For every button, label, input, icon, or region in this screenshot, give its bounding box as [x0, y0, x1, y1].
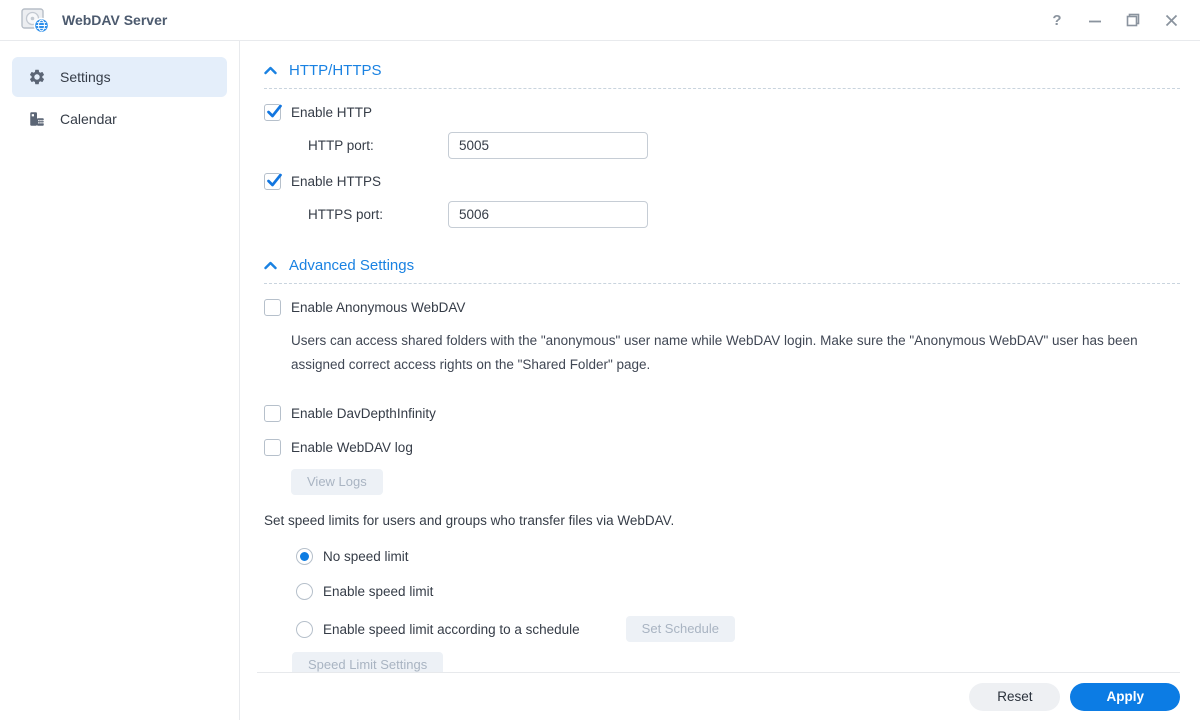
reset-button[interactable]: Reset: [969, 683, 1060, 711]
minimize-button[interactable]: [1086, 11, 1104, 29]
app-body: Settings Calendar: [0, 41, 1200, 720]
http-port-label: HTTP port:: [308, 138, 448, 153]
section-header-http-https[interactable]: HTTP/HTTPS: [264, 59, 1180, 81]
enable-http-label: Enable HTTP: [291, 105, 372, 120]
webdav-app-icon: [20, 6, 50, 34]
speed-limit-intro: Set speed limits for users and groups wh…: [264, 513, 1180, 528]
sidebar-item-label: Calendar: [60, 111, 117, 127]
checkmark-icon: [265, 102, 284, 121]
enable-webdav-log-row: Enable WebDAV log: [264, 437, 1180, 457]
window-title: WebDAV Server: [62, 12, 167, 28]
section-header-advanced-settings[interactable]: Advanced Settings: [264, 254, 1180, 276]
enable-https-label: Enable HTTPS: [291, 174, 381, 189]
section-title: Advanced Settings: [289, 257, 414, 274]
footer-bar: Reset Apply: [257, 672, 1180, 720]
enable-speed-limit-label: Enable speed limit: [323, 584, 433, 599]
close-button[interactable]: [1162, 11, 1180, 29]
enable-http-checkbox[interactable]: [264, 104, 281, 121]
enable-https-checkbox[interactable]: [264, 173, 281, 190]
enable-speed-limit-row: Enable speed limit: [296, 581, 1180, 601]
sidebar-item-calendar[interactable]: Calendar: [12, 99, 227, 139]
chevron-up-icon: [264, 257, 277, 274]
calendar-icon: [28, 110, 46, 128]
section-divider: [264, 283, 1180, 284]
https-port-row: HTTPS port:: [308, 201, 1180, 228]
enable-webdav-log-label: Enable WebDAV log: [291, 440, 413, 455]
set-schedule-button[interactable]: Set Schedule: [626, 616, 735, 642]
apply-button[interactable]: Apply: [1070, 683, 1180, 711]
restore-icon: [1126, 13, 1140, 27]
title-bar: WebDAV Server ?: [0, 0, 1200, 41]
settings-content: HTTP/HTTPS Enable HTTP HTTP port:: [240, 41, 1200, 672]
section-divider: [264, 88, 1180, 89]
enable-http-row: Enable HTTP: [264, 102, 1180, 122]
speed-limit-schedule-radio[interactable]: [296, 621, 313, 638]
view-logs-button[interactable]: View Logs: [291, 469, 383, 495]
sidebar: Settings Calendar: [0, 41, 240, 720]
http-port-input[interactable]: [448, 132, 648, 159]
checkmark-icon: [265, 171, 284, 190]
no-speed-limit-row: No speed limit: [296, 546, 1180, 566]
https-port-input[interactable]: [448, 201, 648, 228]
enable-davdepth-row: Enable DavDepthInfinity: [264, 403, 1180, 423]
enable-davdepthinfinity-checkbox[interactable]: [264, 405, 281, 422]
speed-limit-schedule-row: Enable speed limit according to a schedu…: [296, 616, 1180, 642]
enable-davdepthinfinity-label: Enable DavDepthInfinity: [291, 406, 436, 421]
enable-webdav-log-checkbox[interactable]: [264, 439, 281, 456]
https-port-label: HTTPS port:: [308, 207, 448, 222]
close-icon: [1165, 14, 1178, 27]
window-controls: ?: [1048, 11, 1180, 29]
maximize-restore-button[interactable]: [1124, 11, 1142, 29]
no-speed-limit-label: No speed limit: [323, 549, 409, 564]
sidebar-item-settings[interactable]: Settings: [12, 57, 227, 97]
webdav-server-window: WebDAV Server ?: [0, 0, 1200, 720]
enable-anonymous-row: Enable Anonymous WebDAV: [264, 297, 1180, 317]
help-button[interactable]: ?: [1048, 11, 1066, 29]
http-port-row: HTTP port:: [308, 132, 1180, 159]
anonymous-webdav-description: Users can access shared folders with the…: [291, 329, 1180, 377]
sidebar-item-label: Settings: [60, 69, 111, 85]
chevron-up-icon: [264, 62, 277, 79]
main-panel: HTTP/HTTPS Enable HTTP HTTP port:: [240, 41, 1200, 720]
enable-anonymous-webdav-label: Enable Anonymous WebDAV: [291, 300, 465, 315]
enable-speed-limit-radio[interactable]: [296, 583, 313, 600]
minimize-icon: [1088, 13, 1102, 27]
speed-limit-settings-button[interactable]: Speed Limit Settings: [292, 652, 443, 672]
no-speed-limit-radio[interactable]: [296, 548, 313, 565]
enable-https-row: Enable HTTPS: [264, 171, 1180, 191]
gear-icon: [28, 68, 46, 86]
speed-limit-schedule-label: Enable speed limit according to a schedu…: [323, 622, 580, 637]
section-title: HTTP/HTTPS: [289, 62, 382, 79]
enable-anonymous-webdav-checkbox[interactable]: [264, 299, 281, 316]
